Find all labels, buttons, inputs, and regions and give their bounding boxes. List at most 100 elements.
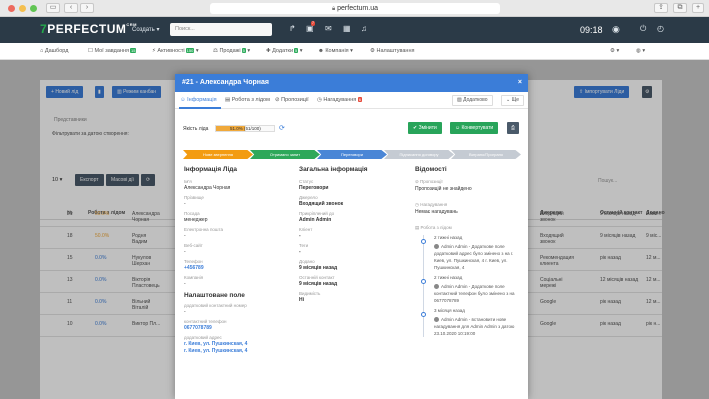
link-icon: ⊘ — [415, 179, 419, 184]
user-icon: ☺ — [180, 97, 186, 103]
lock-icon: 🔒︎ — [331, 6, 336, 12]
offers-label: ⊘ Пропозиції — [415, 179, 443, 184]
details-heading: Відомості — [415, 166, 447, 173]
maximize-window-button[interactable] — [30, 5, 37, 12]
link-icon: ⊘ — [275, 97, 280, 103]
global-search-input[interactable]: Поиск... — [170, 23, 272, 36]
create-dropdown[interactable]: Создать ▾ — [132, 26, 160, 33]
menu-badge: 5 — [294, 48, 299, 53]
stage-negotiations[interactable]: Переговори — [317, 150, 387, 159]
menu-activities[interactable]: ⚡︎ Активності 150 ▾ — [152, 48, 199, 54]
change-button[interactable]: ✔ Змінити — [408, 122, 442, 134]
tabs-icon[interactable]: ⧉ — [673, 3, 687, 13]
menu-badge: 15 — [130, 48, 137, 53]
help-icon[interactable]: ◍ ▾ — [636, 48, 645, 54]
share-arrow-icon[interactable]: ↱ — [289, 24, 296, 34]
lead-name: Александра Чорная — [184, 185, 231, 191]
notifications-badge: 7 — [311, 21, 315, 26]
mail-icon[interactable]: ✉ — [325, 24, 332, 34]
refresh-icon[interactable]: ⟳ — [279, 124, 285, 132]
menu-badge: 150 — [185, 48, 195, 53]
print-icon: ⎙ — [511, 125, 516, 131]
chevron-down-icon: ⌄ — [506, 97, 511, 103]
sidebar-toggle-icon[interactable]: ▭ — [46, 3, 60, 13]
document-icon: ▤ — [415, 225, 420, 230]
document-icon: ▤ — [225, 97, 231, 103]
module-menu: ⌂ Дашборд ☐ Мої завдання 15 ⚡︎ Активності… — [0, 43, 709, 60]
close-window-button[interactable] — [8, 5, 15, 12]
new-tab-icon[interactable]: + — [692, 3, 704, 13]
lead-info-heading: Інформація Ліда — [184, 166, 238, 173]
menu-dashboard[interactable]: ⌂ Дашборд — [40, 48, 68, 54]
timer-icon[interactable]: ◴ — [657, 24, 664, 34]
gear-icon: ⚙ — [370, 48, 375, 54]
contact-phone-link[interactable]: 0677078789 — [184, 325, 289, 331]
balance-icon: ⚖︎ — [213, 48, 218, 54]
modal-tabs: ☺ Інформація ▤ Робота з лідом ⊘ Пропозиц… — [175, 92, 528, 109]
stage-contract[interactable]: Підписання договору — [384, 150, 454, 159]
dashboard-icon: ⌂ — [40, 48, 44, 54]
lead-info-column: Інформація Ліда Ім'я Александра Чорная П… — [184, 166, 289, 354]
phone-link[interactable]: +456789 — [184, 265, 289, 271]
more-button[interactable]: ▧ Додатково — [452, 95, 493, 106]
address-text: perfectum.ua — [337, 5, 378, 12]
timeline-dot — [421, 239, 426, 244]
people-icon: ☻ — [318, 48, 324, 54]
minimize-window-button[interactable] — [19, 5, 26, 12]
activity-timeline: 2 тижні назад Admin Admin - Додаткове по… — [421, 235, 521, 337]
address-bar[interactable]: 🔒︎ perfectum.ua — [210, 3, 500, 14]
user-avatar-icon[interactable]: ◉ — [612, 24, 620, 34]
modal-header: #21 - Александра Чорная × — [175, 74, 528, 92]
avatar — [434, 284, 439, 290]
chevron-down-icon: ▾ — [156, 27, 160, 33]
clock-icon: ◷ — [415, 202, 419, 207]
user-plus-icon: ☺ — [455, 125, 461, 131]
print-button[interactable]: ⎙ — [507, 122, 520, 134]
app-logo[interactable]: 7PERFECTUMCRM — [40, 22, 137, 36]
tab-info[interactable]: ☺ Інформація — [180, 97, 217, 103]
menu-my-tasks[interactable]: ☐ Мої завдання 15 — [88, 48, 137, 54]
timeline-event: 2 тижні назад Admin Admin - Додаткове по… — [421, 235, 521, 271]
tab-proposals[interactable]: ⊘ Пропозиції — [275, 97, 309, 103]
reminders-label: ◷ Нагадування — [415, 202, 448, 207]
tasks-icon: ☐ — [88, 48, 93, 54]
menu-badge: 5 — [241, 48, 246, 53]
timeline-event: 2 тижні назад Admin Admin - Додаткове по… — [421, 275, 521, 304]
close-icon[interactable]: × — [518, 74, 522, 92]
power-icon[interactable]: ⏻ — [640, 24, 646, 34]
menu-sales[interactable]: ⚖︎ Продажі 5 ▾ — [213, 48, 250, 54]
file-icon: ▧ — [457, 97, 462, 103]
timeline-dot — [421, 312, 426, 317]
menu-settings[interactable]: ⚙ Налаштування — [370, 48, 414, 54]
check-icon: ✔ — [413, 125, 418, 131]
menu-company[interactable]: ☻ Компанія ▾ — [318, 48, 353, 54]
tab-lead-work[interactable]: ▤ Робота з лідом — [225, 97, 270, 103]
menu-apps[interactable]: ✚ Додатки 5 ▾ — [266, 48, 303, 54]
settings-dropdown[interactable]: ⚙ ▾ — [610, 48, 619, 54]
stage-request[interactable]: Отримано запит — [250, 150, 320, 159]
bell-icon[interactable]: ♫ — [361, 24, 367, 34]
custom-fields-heading: Налаштоване поле — [184, 292, 245, 299]
tab-reminders[interactable]: ◷ Нагадування 6 — [317, 97, 363, 103]
more-chevron-button[interactable]: ⌄ Ще — [501, 95, 525, 106]
browser-toolbar: ▭ ‹ › 🔒︎ perfectum.ua ⇪ ⧉ + — [0, 0, 709, 17]
progress-label: Якість ліда — [183, 126, 209, 132]
clock-icon: ◷ — [317, 97, 322, 103]
activity-icon: ⚡︎ — [152, 48, 156, 54]
calendar-icon[interactable]: ▦ — [343, 24, 351, 34]
apps-icon: ✚ — [266, 48, 271, 54]
convert-button[interactable]: ☺ Конвертувати — [450, 122, 499, 134]
stage-result[interactable]: Виграно/Програно — [451, 150, 521, 159]
back-icon[interactable]: ‹ — [64, 3, 78, 13]
share-icon[interactable]: ⇪ — [654, 3, 668, 13]
lead-quality-text: 51.0% (51/100) — [230, 126, 261, 131]
lead-quality-bar: 51.0% (51/100) — [215, 125, 275, 132]
stage-new[interactable]: Нове звернення — [183, 150, 253, 159]
timeline-dot — [421, 279, 426, 284]
top-navbar: 7PERFECTUMCRM Создать ▾ Поиск... ↱ ▣ 7 ✉ … — [0, 17, 709, 43]
forward-icon[interactable]: › — [80, 3, 94, 13]
clock: 09:18 — [580, 25, 603, 35]
notifications-icon[interactable]: ▣ 7 — [306, 21, 315, 34]
window-controls — [8, 5, 37, 12]
gear-icon: ⚙ — [610, 48, 615, 54]
